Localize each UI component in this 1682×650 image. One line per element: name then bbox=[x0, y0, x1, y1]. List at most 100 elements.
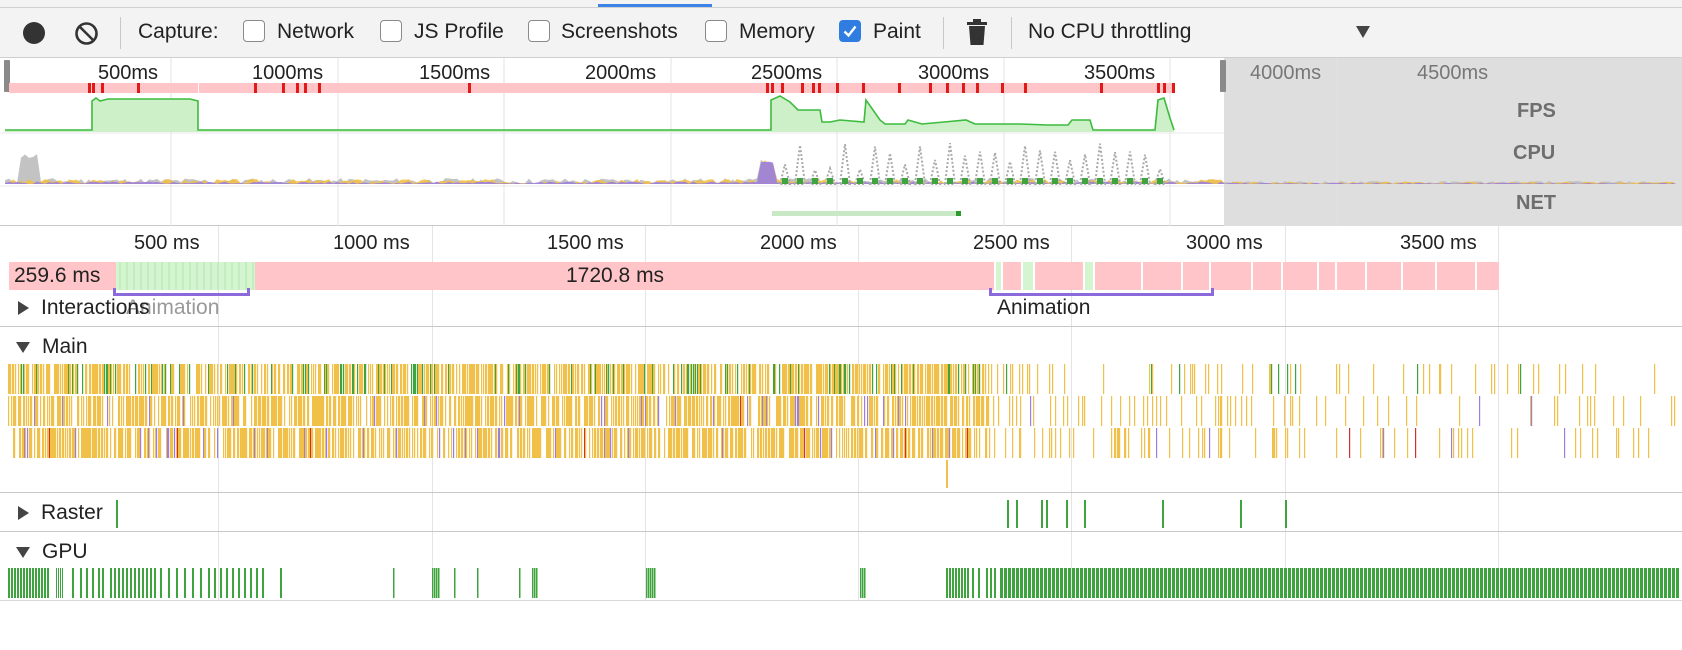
flame-event bbox=[906, 428, 908, 458]
flame-event bbox=[564, 396, 566, 426]
flame-event bbox=[694, 396, 696, 426]
gpu-event bbox=[1456, 568, 1459, 598]
flame-event bbox=[658, 364, 660, 394]
flame-event bbox=[1020, 428, 1022, 458]
flame-event bbox=[832, 396, 834, 426]
animation-bracket[interactable] bbox=[989, 288, 1214, 296]
flame-event bbox=[1423, 364, 1425, 394]
screenshots-checkbox-label[interactable]: Screenshots bbox=[561, 20, 678, 44]
overview-frame-marker bbox=[1100, 83, 1103, 93]
flame-event bbox=[1060, 428, 1062, 458]
flame-event bbox=[1152, 364, 1154, 394]
flame-event bbox=[867, 396, 869, 426]
flame-event bbox=[1349, 428, 1351, 458]
flame-event bbox=[493, 396, 495, 426]
js-profile-checkbox[interactable] bbox=[380, 20, 402, 42]
gpu-event bbox=[17, 568, 19, 598]
flame-event bbox=[1290, 364, 1292, 394]
flame-event bbox=[370, 396, 372, 426]
flame-event bbox=[1003, 364, 1005, 394]
network-checkbox-label[interactable]: Network bbox=[277, 20, 354, 44]
timeline-overview[interactable]: 500ms 1000ms 1500ms 2000ms 2500ms 3000ms… bbox=[0, 58, 1682, 226]
animation-bracket[interactable] bbox=[113, 288, 250, 296]
flame-event bbox=[735, 364, 737, 394]
record-button[interactable] bbox=[23, 22, 45, 44]
paint-checkbox-label[interactable]: Paint bbox=[873, 20, 921, 44]
flame-event bbox=[867, 364, 869, 394]
flame-event bbox=[793, 428, 795, 458]
flame-event bbox=[747, 396, 749, 426]
frame-segment bbox=[1477, 262, 1499, 290]
flame-event bbox=[779, 364, 781, 394]
flame-event bbox=[393, 428, 395, 458]
flame-event bbox=[1494, 364, 1496, 394]
raster-track-events[interactable] bbox=[0, 498, 1682, 528]
flame-event bbox=[818, 396, 820, 426]
gpu-event bbox=[961, 568, 963, 598]
flame-event bbox=[107, 396, 109, 426]
gpu-event bbox=[1312, 568, 1315, 598]
cpu-painting-block bbox=[1157, 178, 1163, 184]
flame-event bbox=[1654, 364, 1656, 394]
flame-event bbox=[82, 364, 84, 394]
interactions-track-header[interactable]: Interactions bbox=[14, 296, 150, 320]
flame-event bbox=[127, 364, 129, 394]
flame-event bbox=[808, 364, 810, 394]
flame-event bbox=[658, 396, 660, 426]
flame-event bbox=[1594, 396, 1596, 426]
cpu-throttling-select[interactable]: No CPU throttling bbox=[1028, 20, 1378, 46]
memory-checkbox-label[interactable]: Memory bbox=[739, 20, 815, 44]
flame-event bbox=[1149, 428, 1151, 458]
main-thread-flame-chart[interactable] bbox=[0, 364, 1682, 494]
flame-event bbox=[958, 364, 960, 394]
trash-icon[interactable] bbox=[966, 19, 988, 46]
clear-icon[interactable] bbox=[74, 21, 99, 46]
flame-event bbox=[251, 396, 253, 426]
flame-event bbox=[1149, 364, 1151, 394]
gpu-track-events[interactable] bbox=[0, 568, 1682, 598]
flame-event bbox=[760, 364, 762, 394]
flame-event bbox=[930, 364, 932, 394]
screenshots-checkbox[interactable] bbox=[528, 20, 550, 42]
flame-event bbox=[985, 364, 987, 394]
flame-event bbox=[1217, 364, 1219, 394]
gpu-track-header[interactable]: GPU bbox=[14, 540, 88, 564]
network-checkbox[interactable] bbox=[243, 20, 265, 42]
cpu-painting-block bbox=[857, 178, 863, 184]
frame-segment bbox=[1437, 262, 1475, 290]
flame-event bbox=[821, 364, 823, 394]
flame-event bbox=[417, 396, 419, 426]
flame-event bbox=[399, 396, 401, 426]
flame-event bbox=[348, 428, 350, 458]
overview-frame-marker bbox=[92, 83, 95, 93]
flame-event bbox=[149, 428, 151, 458]
flame-event bbox=[146, 396, 148, 426]
flame-event bbox=[453, 364, 455, 394]
gpu-event bbox=[32, 568, 34, 598]
collapse-triangle-icon[interactable] bbox=[16, 341, 30, 353]
flame-event bbox=[405, 364, 407, 394]
gpu-event bbox=[994, 568, 996, 598]
frame-segment bbox=[1403, 262, 1435, 290]
flame-event bbox=[338, 428, 340, 458]
flame-event bbox=[328, 364, 330, 394]
gpu-event bbox=[1452, 568, 1455, 598]
collapse-triangle-icon[interactable] bbox=[16, 546, 30, 558]
flame-event bbox=[75, 428, 77, 458]
expand-triangle-icon[interactable] bbox=[18, 301, 29, 315]
flame-event bbox=[1429, 364, 1431, 394]
flame-event bbox=[720, 396, 722, 426]
paint-checkbox[interactable] bbox=[839, 20, 861, 42]
main-track-header[interactable]: Main bbox=[14, 335, 88, 359]
flame-event bbox=[1242, 364, 1244, 394]
memory-checkbox[interactable] bbox=[705, 20, 727, 42]
js-profile-checkbox-label[interactable]: JS Profile bbox=[414, 20, 504, 44]
flame-event bbox=[429, 428, 431, 458]
flame-event bbox=[496, 364, 498, 394]
overview-frame-marker bbox=[296, 83, 299, 93]
gpu-event bbox=[138, 568, 140, 598]
flame-event bbox=[205, 428, 207, 458]
flame-event bbox=[572, 428, 574, 458]
timeline-ruler: 500 ms 1000 ms 1500 ms 2000 ms 2500 ms 3… bbox=[0, 226, 1682, 256]
flame-event bbox=[573, 364, 575, 394]
